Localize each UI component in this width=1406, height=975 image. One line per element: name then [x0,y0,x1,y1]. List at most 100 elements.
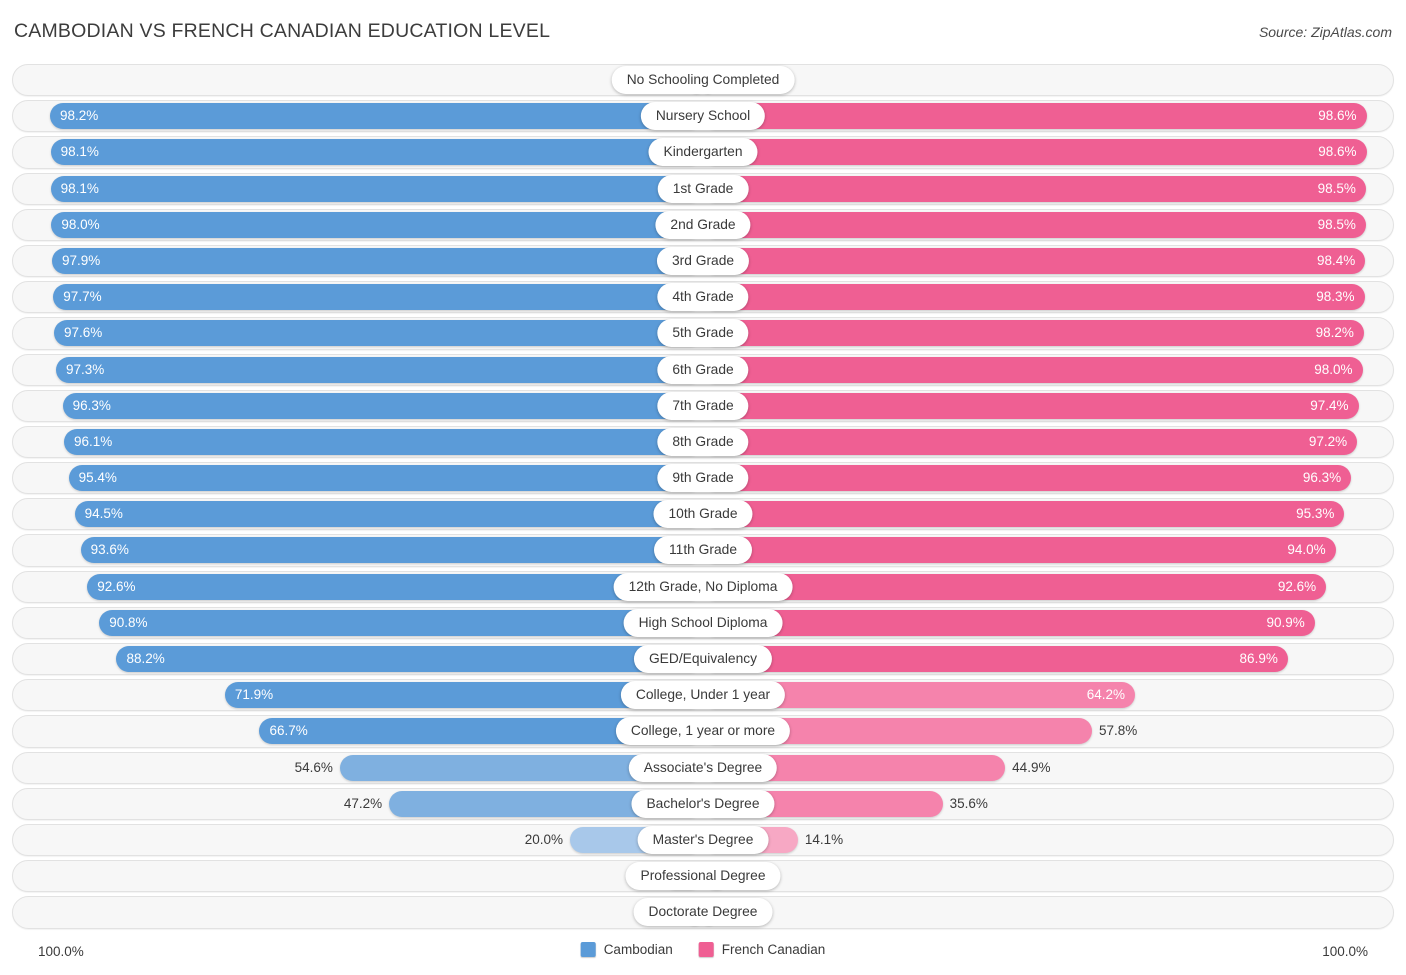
half-right: 98.5% [703,175,1376,202]
chart-row: 98.0% 98.5% 2nd Grade [0,208,1406,241]
chart-row: 1.9%1.5%No Schooling Completed [0,64,1406,97]
chart-page: CAMBODIAN VS FRENCH CANADIAN EDUCATION L… [0,0,1406,975]
value-label-french-canadian: 92.6% [1277,578,1317,594]
bar-french-canadian[interactable]: 96.3% [703,465,1352,492]
chart-row: 96.1% 97.2% 8th Grade [0,425,1406,459]
bar-french-canadian[interactable]: 98.5% [703,175,1366,202]
diverging-bar-chart: 1.9%1.5%No Schooling Completed 98.2% 98.6%… [0,64,1406,936]
source-attribution: Source: ZipAtlas.com [1258,24,1392,40]
half-left: 97.9% [38,247,703,274]
value-label-french-canadian: 97.4% [1310,397,1349,413]
category-label: High School Diploma [623,608,783,637]
bar-french-canadian[interactable]: 98.4% [703,247,1366,274]
bar-cambodian[interactable]: 97.9% [51,247,703,274]
half-left: 1.9% [38,67,703,93]
half-right: 98.6% [703,139,1376,166]
bar-cambodian[interactable]: 94.5% [74,501,703,528]
bar-cambodian[interactable]: 97.3% [55,356,703,383]
half-right: 92.6% [703,573,1376,600]
bar-french-canadian[interactable]: 86.9% [703,646,1288,672]
value-label-cambodian: 54.6% [294,759,333,775]
chart-row: 54.6% 44.9% Associate's Degree [0,751,1406,784]
bar-french-canadian[interactable]: 94.0% [703,537,1336,564]
value-label-cambodian: 96.1% [73,433,113,449]
half-left: 93.6% [38,537,703,564]
bar-french-canadian[interactable]: 90.9% [703,609,1315,636]
bar-french-canadian[interactable]: 92.6% [703,573,1327,600]
value-label-cambodian: 97.3% [65,361,105,377]
category-label: Professional Degree [625,862,781,891]
bar-cambodian[interactable]: 98.0% [51,211,703,238]
category-label: No Schooling Completed [611,66,795,94]
legend-label: French Canadian [721,942,826,957]
half-left: 96.1% [38,428,703,455]
category-label: Doctorate Degree [633,898,773,927]
axis-max-right: 100.0% [1322,944,1368,959]
half-left: 6.0% [38,863,703,890]
half-left: 88.2% [38,646,703,672]
value-label-cambodian: 20.0% [524,831,563,847]
value-label-french-canadian: 35.6% [949,795,988,811]
chart-row: 98.1% 98.5% 1st Grade [0,172,1406,205]
category-label: Kindergarten [648,138,758,167]
value-label-french-canadian: 98.5% [1317,216,1356,232]
half-left: 98.1% [38,175,703,202]
category-label: Associate's Degree [628,753,778,782]
value-label-french-canadian: 98.6% [1318,144,1357,160]
bar-cambodian[interactable]: 98.2% [49,103,703,130]
bar-cambodian[interactable]: 92.6% [87,573,703,600]
bar-french-canadian[interactable]: 98.6% [703,103,1367,130]
bar-french-canadian[interactable]: 98.3% [703,284,1365,311]
chart-row: 95.4% 96.3% 9th Grade [0,462,1406,495]
bar-french-canadian[interactable]: 98.5% [703,211,1366,238]
bar-cambodian[interactable]: 97.7% [53,284,703,311]
chart-row: 6.0%4.0%Professional Degree [0,860,1406,893]
value-label-cambodian: 92.6% [97,578,136,594]
bar-french-canadian[interactable]: 95.3% [703,501,1345,528]
bar-cambodian[interactable]: 97.6% [53,320,703,347]
value-label-french-canadian: 64.2% [1086,687,1126,703]
chart-row: 47.2% 35.6% Bachelor's Degree [0,787,1406,820]
value-label-french-canadian: 95.3% [1296,506,1335,522]
value-label-french-canadian: 98.5% [1317,180,1356,196]
legend-label: Cambodian [603,942,673,957]
half-left: 94.5% [38,501,703,528]
half-right: 94.0% [703,537,1376,564]
bar-french-canadian[interactable]: 98.2% [703,320,1364,347]
bar-cambodian[interactable]: 95.4% [68,465,703,492]
legend-item[interactable]: Cambodian [580,942,673,957]
half-right: 64.2% [703,682,1376,709]
chart-row: 98.2% 98.6% Nursery School [0,100,1406,133]
bar-cambodian[interactable]: 96.3% [62,392,703,419]
axis-max-left: 100.0% [38,944,84,959]
bar-cambodian[interactable]: 88.2% [116,646,703,672]
bar-cambodian[interactable]: 98.1% [50,139,703,166]
chart-row: 88.2% 86.9% GED/Equivalency [0,643,1406,676]
category-label: 3rd Grade [656,246,750,275]
bar-cambodian[interactable]: 90.8% [99,609,703,636]
chart-row: 2.6%1.8%Doctorate Degree [0,896,1406,929]
half-right: 4.0% [703,863,1376,890]
bar-cambodian[interactable]: 96.1% [63,428,703,455]
chart-row: 90.8% 90.9% High School Diploma [0,606,1406,639]
half-right: 1.5% [703,67,1376,93]
chart-row: 98.1% 98.6% Kindergarten [0,136,1406,169]
bar-french-canadian[interactable]: 97.4% [703,392,1359,419]
category-label: Master's Degree [637,825,769,854]
half-left: 98.2% [38,103,703,130]
value-label-french-canadian: 96.3% [1302,470,1342,486]
bar-french-canadian[interactable]: 97.2% [703,428,1358,455]
half-right: 57.8% [703,718,1376,745]
category-label: Nursery School [640,102,766,131]
page-title: CAMBODIAN VS FRENCH CANADIAN EDUCATION L… [14,20,551,42]
bar-french-canadian[interactable]: 98.6% [703,139,1367,166]
bar-french-canadian[interactable]: 98.0% [703,356,1363,383]
bar-cambodian[interactable]: 93.6% [80,537,703,564]
value-label-cambodian: 66.7% [269,723,308,739]
half-left: 71.9% [38,682,703,709]
value-label-cambodian: 97.6% [63,325,103,341]
chart-row: 96.3% 97.4% 7th Grade [0,389,1406,422]
category-label: 8th Grade [657,427,749,456]
bar-cambodian[interactable]: 98.1% [50,175,703,202]
legend-item[interactable]: French Canadian [698,942,826,957]
